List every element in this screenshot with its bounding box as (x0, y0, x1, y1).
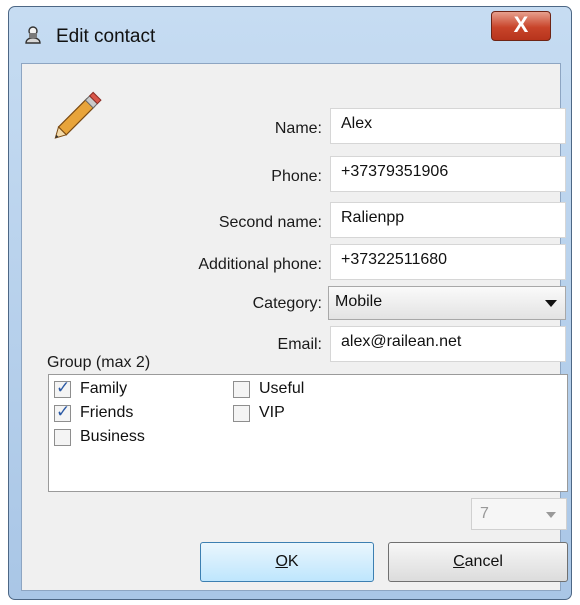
cancel-mnemonic: C (453, 553, 465, 570)
checkbox-label: Family (80, 380, 128, 397)
email-field[interactable]: alex@railean.net (330, 326, 566, 362)
second-name-label: Second name: (218, 214, 322, 231)
close-button[interactable]: X (491, 11, 551, 41)
checkbox-friends[interactable]: Friends (54, 402, 134, 422)
checkbox-label: Friends (80, 404, 134, 421)
second-name-field[interactable]: Ralienpp (330, 202, 566, 238)
ok-mnemonic: O (275, 553, 288, 570)
ok-label: K (287, 553, 299, 570)
window-title: Edit contact (56, 26, 156, 47)
dialog-body: Name: Alex Phone: +37379351906 Second na… (21, 63, 568, 591)
ok-button[interactable]: OK (200, 542, 374, 582)
chevron-down-icon (545, 300, 557, 307)
name-label: Name: (274, 120, 322, 137)
category-select[interactable]: Mobile (328, 286, 566, 320)
title-bar[interactable]: Edit contact X (9, 7, 571, 59)
checkbox-checked-icon[interactable] (54, 378, 71, 398)
category-label: Category: (252, 295, 322, 312)
checkbox-vip[interactable]: VIP (233, 404, 285, 422)
chevron-down-icon (546, 512, 556, 518)
phone-field[interactable]: +37379351906 (330, 156, 566, 192)
cancel-button[interactable]: Cancel (388, 542, 568, 582)
number-value: 7 (480, 505, 489, 522)
checkbox-label: Useful (259, 380, 305, 397)
additional-phone-field[interactable]: +37322511680 (330, 244, 566, 280)
checkbox-label: Business (80, 428, 145, 445)
group-list: Family Friends Business Useful VIP (48, 374, 568, 492)
checkbox-unchecked-icon[interactable] (233, 380, 250, 398)
checkbox-unchecked-icon[interactable] (233, 404, 250, 422)
number-dropdown[interactable]: 7 (471, 498, 567, 530)
checkbox-useful[interactable]: Useful (233, 380, 304, 398)
pencil-icon (54, 91, 102, 139)
name-field[interactable]: Alex (330, 108, 566, 144)
group-label: Group (max 2) (47, 354, 151, 371)
checkbox-family[interactable]: Family (54, 378, 128, 398)
phone-label: Phone: (271, 168, 322, 185)
additional-phone-label: Additional phone: (198, 256, 322, 273)
checkbox-checked-icon[interactable] (54, 402, 71, 422)
checkbox-business[interactable]: Business (54, 428, 145, 446)
contact-card-icon (25, 26, 41, 44)
cancel-label: ancel (464, 553, 503, 570)
category-value: Mobile (335, 293, 383, 310)
checkbox-label: VIP (259, 404, 285, 421)
dialog-window: Edit contact X Name: Alex Phone: +373793… (8, 6, 572, 600)
email-label: Email: (277, 336, 322, 353)
close-icon: X (513, 12, 529, 37)
checkbox-unchecked-icon[interactable] (54, 428, 71, 446)
